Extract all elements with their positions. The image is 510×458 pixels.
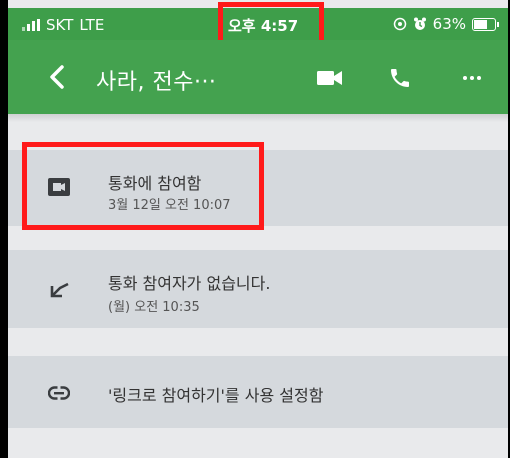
- back-icon: [50, 65, 64, 89]
- battery-fill: [474, 19, 487, 29]
- location-icon: [393, 17, 406, 31]
- missed-call-icon: [48, 280, 70, 302]
- app-bar: 사라, 전수···: [8, 40, 508, 114]
- event-title: '링크로 참여하기'를 사용 설정함: [108, 386, 324, 405]
- video-call-button[interactable]: [314, 62, 346, 94]
- phone-screen: SKT LTE 오후 4:57 63% 사라, 전수··· 통화에 참여함 3월…: [8, 0, 508, 458]
- signal-icon: [22, 19, 40, 31]
- status-right: 63%: [393, 15, 499, 33]
- chat-title: 사라, 전수···: [96, 70, 217, 95]
- app-bar-shadow: [8, 114, 508, 122]
- more-icon: [463, 76, 481, 80]
- more-button[interactable]: [456, 62, 488, 94]
- event-card-no-participants: 통화 참여자가 없습니다. (월) 오전 10:35: [8, 250, 508, 328]
- status-left: SKT LTE: [22, 16, 104, 34]
- phone-button[interactable]: [384, 62, 416, 94]
- event-highlight-box: [22, 142, 264, 230]
- battery-percent: 63%: [432, 15, 466, 33]
- event-card-link-enabled: '링크로 참여하기'를 사용 설정함: [8, 356, 508, 428]
- carrier-label: SKT: [46, 16, 74, 34]
- video-call-icon: [317, 71, 342, 85]
- link-icon: [48, 382, 70, 404]
- network-label: LTE: [79, 16, 105, 34]
- phone-icon: [391, 69, 409, 87]
- event-title: 통화 참여자가 없습니다.: [108, 274, 271, 293]
- event-time: (월) 오전 10:35: [108, 300, 200, 315]
- alarm-icon: [413, 17, 426, 30]
- battery-icon: [472, 17, 499, 31]
- back-button[interactable]: [42, 62, 72, 92]
